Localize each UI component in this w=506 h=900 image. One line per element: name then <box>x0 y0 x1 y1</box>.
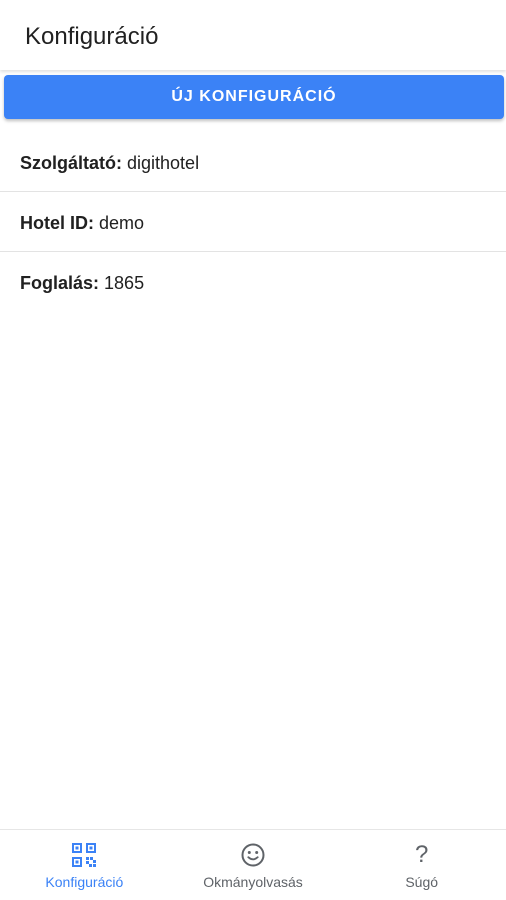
booking-value: 1865 <box>104 273 145 293</box>
hotel-id-row: Hotel ID: demo <box>0 192 506 252</box>
provider-row: Szolgáltató: digithotel <box>0 132 506 192</box>
booking-row: Foglalás: 1865 <box>0 252 506 312</box>
new-config-button[interactable]: ÚJ KONFIGURÁCIÓ <box>4 75 504 119</box>
hotel-id-label: Hotel ID: <box>20 213 94 233</box>
smiley-icon <box>240 842 266 868</box>
page-title: Konfiguráció <box>25 23 159 50</box>
bottom-navigation: Konfiguráció Okmányolvasás ? Súgó <box>0 829 506 900</box>
app-bar: Konfiguráció <box>0 0 506 70</box>
info-list: Szolgáltató: digithotel Hotel ID: demo F… <box>0 132 506 312</box>
nav-item-sugo[interactable]: ? Súgó <box>337 830 506 900</box>
nav-item-konfiguracio[interactable]: Konfiguráció <box>0 830 169 900</box>
help-icon: ? <box>414 841 429 868</box>
nav-label-sugo: Súgó <box>405 874 439 890</box>
qr-code-icon <box>71 842 97 868</box>
booking-label: Foglalás: <box>20 273 100 293</box>
hotel-id-value: demo <box>99 213 145 233</box>
provider-label: Szolgáltató: <box>20 153 122 173</box>
provider-value: digithotel <box>127 153 200 173</box>
nav-item-okmanyolvasas[interactable]: Okmányolvasás <box>169 830 338 900</box>
nav-label-okmanyolvasas: Okmányolvasás <box>203 874 303 890</box>
nav-label-konfiguracio: Konfiguráció <box>45 874 124 890</box>
